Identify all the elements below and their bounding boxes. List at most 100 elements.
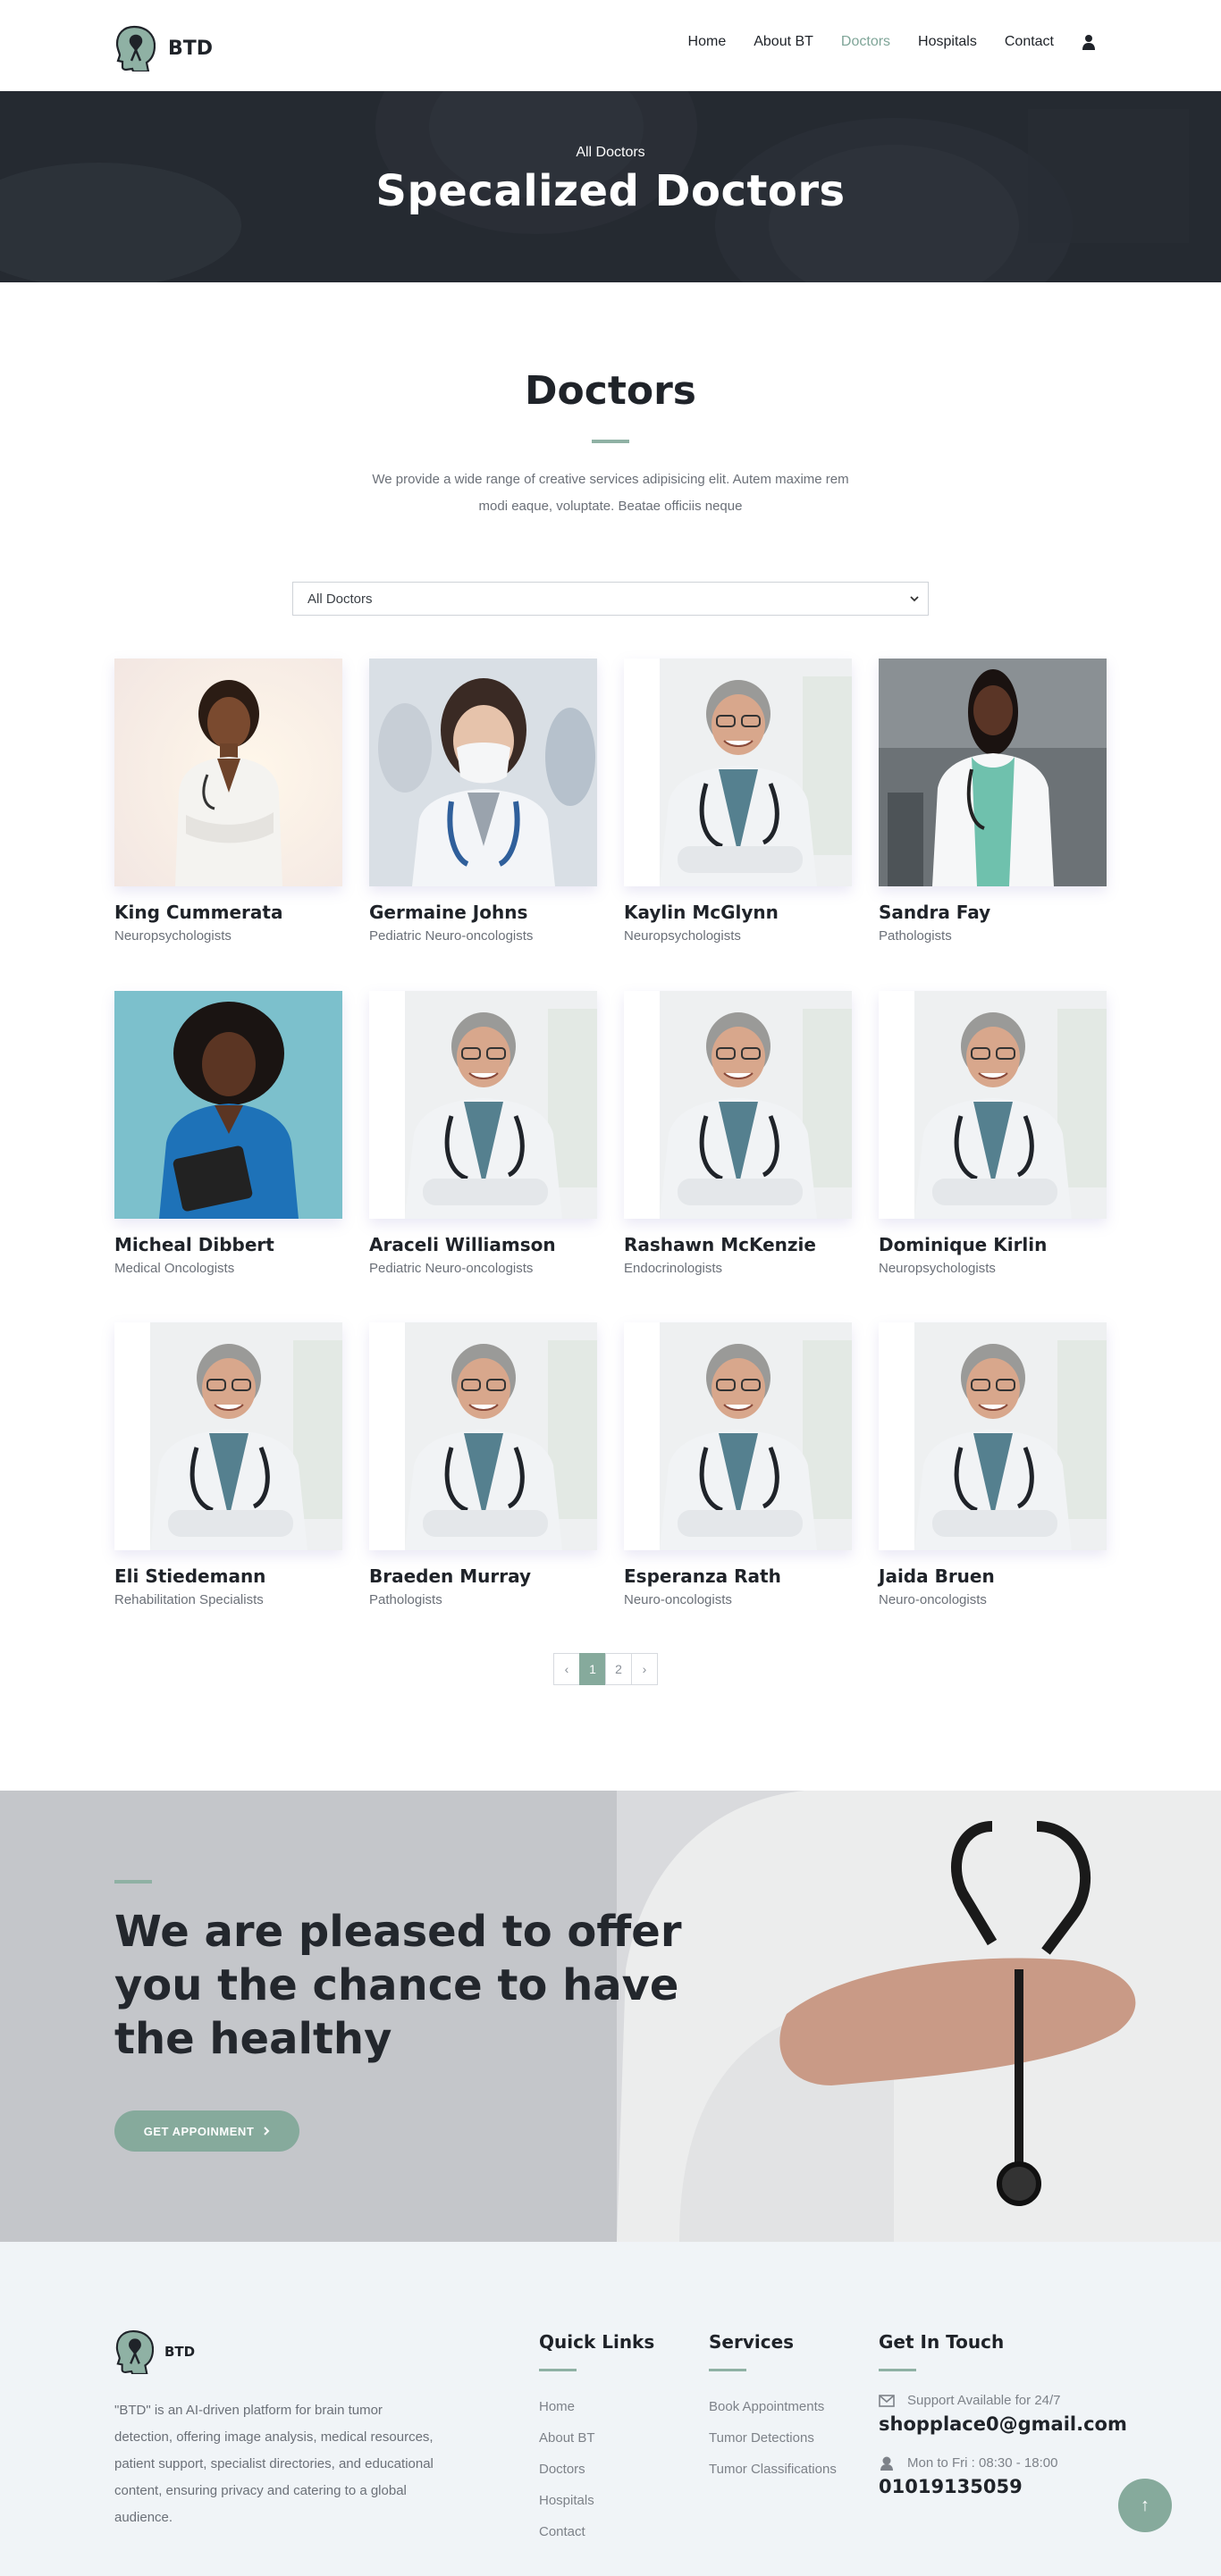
female-doctor-arms-crossed-image: [114, 659, 342, 886]
doctor-specialty: Pathologists: [369, 1592, 442, 1607]
doctor-photo: [369, 659, 597, 886]
chevron-down-icon: [910, 596, 919, 602]
nav-item-hospitals[interactable]: Hospitals: [918, 34, 977, 50]
doctor-name[interactable]: Araceli Williamson: [369, 1234, 597, 1255]
doctor-photo: [624, 991, 852, 1219]
doctor-photo: [114, 659, 342, 886]
footer-title-underline: [539, 2369, 577, 2371]
nav-item-contact[interactable]: Contact: [1005, 34, 1054, 50]
male-doctor-glasses-image: [369, 1322, 597, 1550]
footer-brand-logo[interactable]: BTD: [114, 2329, 195, 2374]
male-doctor-glasses-image: [624, 659, 852, 886]
male-doctor-glasses-image: [114, 1322, 342, 1550]
pagination-page-1[interactable]: 1: [579, 1653, 606, 1685]
doctor-name[interactable]: Rashawn McKenzie: [624, 1234, 852, 1255]
doctor-card[interactable]: Esperanza Rath Neuro-oncologists: [624, 1322, 852, 1607]
doctor-card[interactable]: Jaida Bruen Neuro-oncologists: [879, 1322, 1107, 1607]
doctor-photo: [114, 1322, 342, 1550]
doctor-name[interactable]: Germaine Johns: [369, 902, 597, 923]
doctor-specialty: Medical Oncologists: [114, 1261, 235, 1276]
doctor-specialty: Neuropsychologists: [624, 928, 741, 944]
get-appointment-button[interactable]: GET APPOINMENT: [114, 2110, 299, 2152]
doctor-card[interactable]: Dominique Kirlin Neuropsychologists: [879, 991, 1107, 1276]
doctor-name[interactable]: Jaida Bruen: [879, 1565, 1107, 1587]
nav-item-doctors[interactable]: Doctors: [841, 34, 890, 50]
footer-service-tumor-classifications[interactable]: Tumor Classifications: [709, 2454, 837, 2485]
doctor-name[interactable]: Eli Stiedemann: [114, 1565, 342, 1587]
hero-title: Specalized Doctors: [375, 166, 846, 216]
doctor-card[interactable]: Braeden Murray Pathologists: [369, 1322, 597, 1607]
footer-about-text: "BTD" is an AI-driven platform for brain…: [114, 2403, 434, 2525]
support-row: Support Available for 24/7: [879, 2393, 1127, 2408]
user-icon[interactable]: [1082, 34, 1096, 50]
back-to-top-button[interactable]: ↑: [1118, 2479, 1172, 2532]
footer-contact-title: Get In Touch: [879, 2331, 1005, 2353]
doctor-photo: [879, 1322, 1107, 1550]
doctor-card[interactable]: Rashawn McKenzie Endocrinologists: [624, 991, 852, 1276]
page-hero: All Doctors Specalized Doctors: [0, 91, 1221, 282]
top-navbar: BTD Home About BT Doctors Hospitals Cont…: [0, 0, 1221, 91]
footer-link-home[interactable]: Home: [539, 2391, 654, 2422]
doctor-card[interactable]: Araceli Williamson Pediatric Neuro-oncol…: [369, 991, 597, 1276]
footer-services-title: Services: [709, 2331, 795, 2353]
support-label: Support Available for 24/7: [907, 2393, 1061, 2408]
doctor-specialty: Pediatric Neuro-oncologists: [369, 1261, 534, 1276]
doctor-card[interactable]: Germaine Johns Pediatric Neuro-oncologis…: [369, 659, 597, 944]
footer-service-tumor-detections[interactable]: Tumor Detections: [709, 2422, 837, 2454]
male-doctor-glasses-image: [624, 991, 852, 1219]
doctor-photo: [879, 659, 1107, 886]
nav-item-about[interactable]: About BT: [754, 34, 813, 50]
pagination-next-button[interactable]: ›: [631, 1653, 658, 1685]
footer-link-hospitals[interactable]: Hospitals: [539, 2485, 654, 2516]
doctor-name[interactable]: Sandra Fay: [879, 902, 1107, 923]
footer-service-book-appointments[interactable]: Book Appointments: [709, 2391, 837, 2422]
contact-phone[interactable]: 01019135059: [879, 2476, 1127, 2497]
doctor-specialty: Pediatric Neuro-oncologists: [369, 928, 534, 944]
nav-item-home[interactable]: Home: [688, 34, 727, 50]
doctor-name[interactable]: Micheal Dibbert: [114, 1234, 342, 1255]
doctor-specialty: Rehabilitation Specialists: [114, 1592, 264, 1607]
hours-row: Mon to Fri : 08:30 - 18:00: [879, 2454, 1127, 2471]
section-description: We provide a wide range of creative serv…: [372, 472, 849, 514]
footer-link-contact[interactable]: Contact: [539, 2516, 654, 2547]
doctor-photo: [624, 1322, 852, 1550]
site-footer: BTD "BTD" is an AI-driven platform for b…: [0, 2242, 1221, 2576]
filter-selected-value: All Doctors: [307, 591, 373, 607]
cta-title: We are pleased to offer you the chance t…: [114, 1907, 682, 2064]
main-menu: Home About BT Doctors Hospitals Contact: [688, 34, 1096, 50]
doctor-specialty: Neuropsychologists: [114, 928, 232, 944]
male-doctor-glasses-image: [879, 1322, 1107, 1550]
brand-logo[interactable]: BTD: [114, 25, 213, 71]
doctor-photo: [114, 991, 342, 1219]
doctor-photo: [369, 1322, 597, 1550]
doctor-name[interactable]: Kaylin McGlynn: [624, 902, 852, 923]
doctor-card[interactable]: Micheal Dibbert Medical Oncologists: [114, 991, 342, 1276]
contact-email[interactable]: shopplace0@gmail.com: [879, 2413, 1127, 2435]
male-doctor-glasses-image: [624, 1322, 852, 1550]
pagination-page-2[interactable]: 2: [605, 1653, 632, 1685]
footer-link-doctors[interactable]: Doctors: [539, 2454, 654, 2485]
doctor-card[interactable]: King Cummerata Neuropsychologists: [114, 659, 342, 944]
female-doctor-scrubs-image: [879, 659, 1107, 886]
pagination-prev-button[interactable]: ‹: [553, 1653, 580, 1685]
doctor-card[interactable]: Sandra Fay Pathologists: [879, 659, 1107, 944]
head-ribbon-logo-icon: [115, 25, 156, 71]
footer-title-underline: [709, 2369, 746, 2371]
hours-label: Mon to Fri : 08:30 - 18:00: [907, 2454, 1058, 2471]
pagination: ‹ 1 2 ›: [553, 1653, 658, 1685]
hero-subtitle: All Doctors: [576, 145, 645, 160]
doctor-card[interactable]: Kaylin McGlynn Neuropsychologists: [624, 659, 852, 944]
footer-link-about[interactable]: About BT: [539, 2422, 654, 2454]
doctor-specialty: Neuro-oncologists: [624, 1592, 732, 1607]
doctor-filter-select[interactable]: All Doctors: [292, 582, 929, 616]
doctor-specialty: Pathologists: [879, 928, 952, 944]
doctor-name[interactable]: Braeden Murray: [369, 1565, 597, 1587]
cta-accent-line: [114, 1880, 152, 1884]
footer-contact: Get In Touch Support Available for 24/7 …: [879, 2331, 1127, 2497]
doctor-name[interactable]: Dominique Kirlin: [879, 1234, 1107, 1255]
doctor-name[interactable]: King Cummerata: [114, 902, 342, 923]
doctor-name[interactable]: Esperanza Rath: [624, 1565, 852, 1587]
head-ribbon-logo-icon: [115, 2329, 154, 2374]
footer-services: Services Book Appointments Tumor Detecti…: [709, 2331, 837, 2485]
doctor-card[interactable]: Eli Stiedemann Rehabilitation Specialist…: [114, 1322, 342, 1607]
